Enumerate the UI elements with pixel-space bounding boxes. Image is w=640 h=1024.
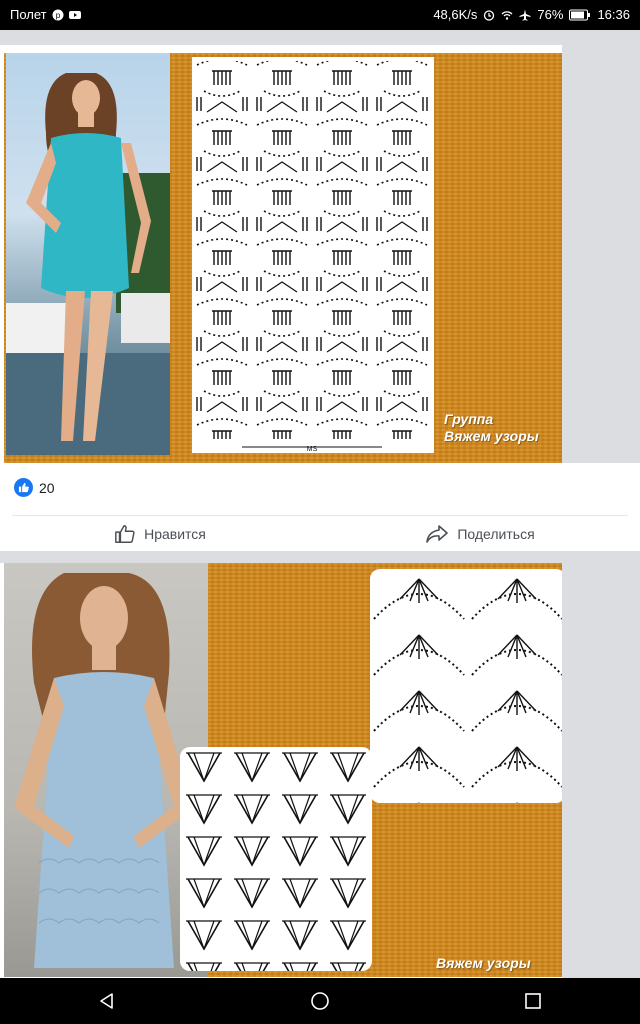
post-actions: Нравится Поделиться (0, 517, 640, 551)
alarm-icon (484, 9, 495, 21)
battery-percent: 76% (537, 7, 564, 22)
crochet-chart-fan (370, 569, 562, 803)
crochet-chart-graphic: MS (192, 57, 434, 453)
divider (12, 515, 628, 516)
group-watermark: Вяжем узоры (436, 955, 531, 971)
crochet-chart: MS (192, 57, 434, 453)
model-photo (6, 53, 170, 455)
share-label: Поделиться (457, 526, 535, 542)
news-feed[interactable]: MS Группа Вяжем узоры 20 Нравится Подели… (0, 30, 640, 978)
share-button[interactable]: Поделиться (320, 517, 640, 551)
home-icon (311, 992, 329, 1010)
image-side-gap (562, 563, 640, 978)
model-figure-graphic (14, 573, 194, 968)
carrier-name: Полет (10, 7, 47, 22)
youtube-notification-icon (68, 10, 81, 19)
reaction-summary[interactable]: 20 (14, 478, 55, 497)
battery-icon (569, 9, 591, 20)
clock: 16:36 (597, 7, 630, 22)
image-side-gap (562, 45, 640, 463)
back-button[interactable] (87, 981, 127, 1021)
like-reaction-icon (14, 478, 33, 497)
fan-chart-graphic (370, 569, 562, 803)
model-photo (4, 563, 208, 977)
crochet-chart-v (180, 747, 372, 971)
post-card: MS Группа Вяжем узоры 20 Нравится Подели… (0, 45, 640, 551)
recents-icon (525, 993, 542, 1009)
post-image[interactable]: MS Группа Вяжем узоры (4, 53, 562, 463)
thumbs-up-icon (115, 525, 135, 543)
diagram-label: MS (307, 446, 318, 453)
back-icon (99, 993, 113, 1009)
network-speed: 48,6K/s (433, 7, 478, 22)
status-bar: Полет p 48,6K/s 76% 16:36 (0, 0, 640, 30)
like-label: Нравится (144, 526, 206, 542)
svg-text:p: p (55, 11, 60, 20)
pinterest-notification-icon: p (52, 9, 64, 20)
recents-button[interactable] (513, 981, 553, 1021)
watermark-line1: Группа (444, 411, 494, 427)
home-button[interactable] (300, 981, 340, 1021)
model-figure-graphic (6, 73, 170, 455)
wifi-icon (501, 10, 513, 20)
reaction-count: 20 (39, 479, 55, 496)
post-image[interactable]: Вяжем узоры (4, 563, 562, 977)
like-button[interactable]: Нравится (0, 517, 320, 551)
v-chart-graphic (180, 747, 372, 971)
share-arrow-icon (426, 525, 449, 543)
system-nav-bar (0, 978, 640, 1024)
watermark-line2: Вяжем узоры (444, 428, 539, 444)
group-watermark: Группа Вяжем узоры (444, 411, 539, 445)
post-card: Вяжем узоры (0, 563, 640, 978)
airplane-mode-icon (519, 9, 531, 21)
